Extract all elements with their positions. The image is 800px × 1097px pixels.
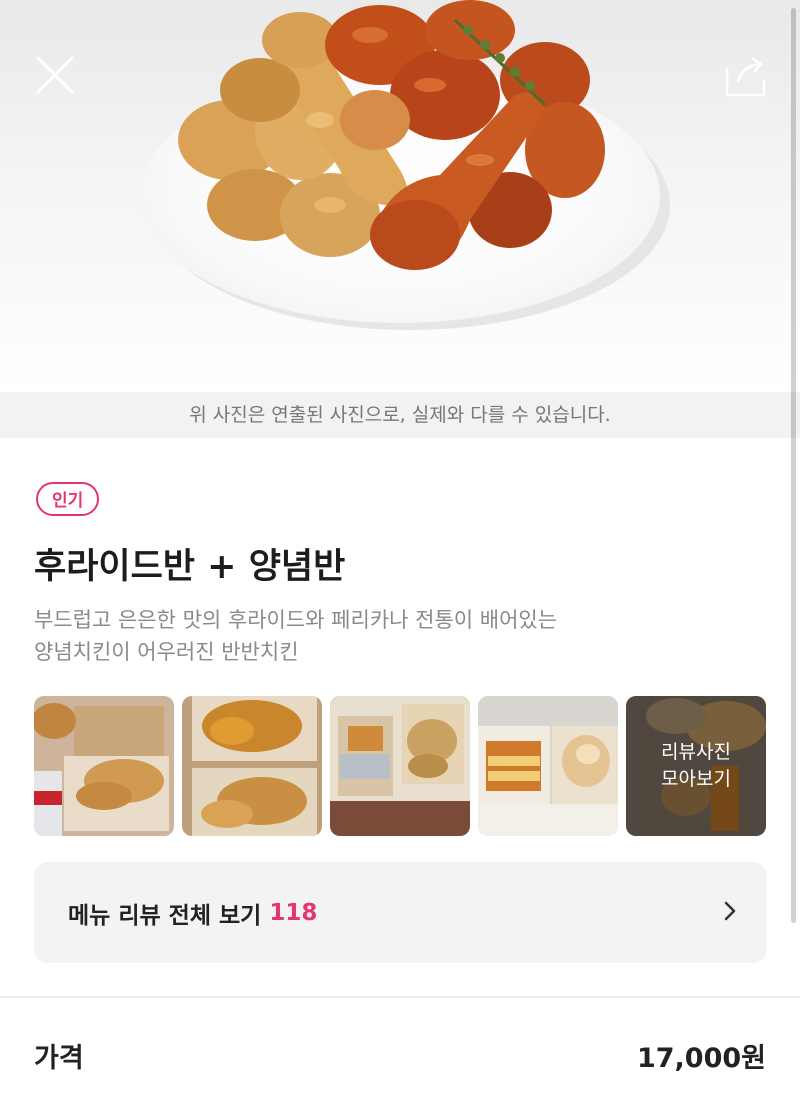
review-photo-more[interactable]: 리뷰사진 모아보기 <box>626 696 766 836</box>
price-value: 17,000원 <box>636 1043 766 1074</box>
review-count: 118 <box>269 899 318 926</box>
chevron-right-icon <box>724 901 736 921</box>
price-label: 가격 <box>34 1043 84 1074</box>
close-icon[interactable] <box>35 55 75 95</box>
chicken-pile-image <box>178 0 605 270</box>
share-icon[interactable] <box>724 54 768 98</box>
review-photo[interactable] <box>34 696 174 836</box>
scrollbar[interactable] <box>791 8 796 923</box>
review-photo[interactable] <box>478 696 618 836</box>
review-photo-more-label: 리뷰사진 <box>661 741 731 763</box>
menu-description: 부드럽고 은은한 맛의 후라이드와 페리카나 전통이 배어있는 양념치킨이 어우… <box>34 604 764 668</box>
review-photo[interactable] <box>182 696 322 836</box>
review-photo[interactable] <box>330 696 470 836</box>
popular-badge: 인기 <box>36 482 100 516</box>
review-photo-more-label: 모아보기 <box>661 768 731 790</box>
review-photo-more-overlay: 리뷰사진 모아보기 <box>626 696 766 836</box>
menu-title: 후라이드반 + 양념반 <box>34 547 346 587</box>
section-divider <box>0 996 800 998</box>
menu-description-line: 부드럽고 은은한 맛의 후라이드와 페리카나 전통이 배어있는 <box>34 608 558 632</box>
review-photo-strip: 리뷰사진 모아보기 <box>34 696 767 836</box>
view-all-reviews-label: 메뉴 리뷰 전체 보기 <box>68 902 262 929</box>
hero-image <box>0 0 800 392</box>
photo-disclaimer: 위 사진은 연출된 사진으로, 실제와 다를 수 있습니다. <box>0 392 800 438</box>
menu-description-line: 양념치킨이 어우러진 반반치킨 <box>34 640 299 664</box>
view-all-reviews-button[interactable]: 메뉴 리뷰 전체 보기 118 <box>34 862 767 963</box>
